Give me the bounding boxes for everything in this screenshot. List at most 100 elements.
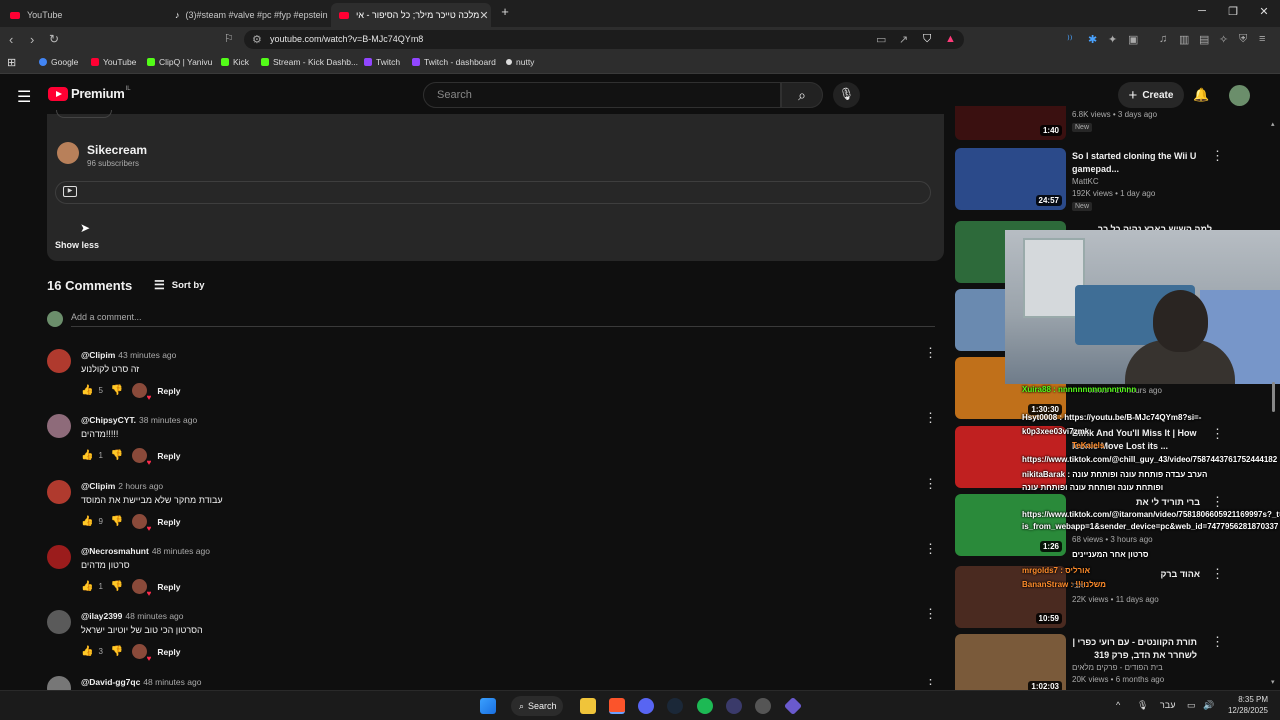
minimize-icon[interactable]: ─ <box>1187 5 1217 17</box>
comment-menu-icon[interactable]: ⋮ <box>924 541 937 557</box>
recommended-video[interactable]: 1:40 6.8K views • 3 days ago New <box>955 106 1280 140</box>
back-icon[interactable]: ‹ <box>9 32 13 47</box>
reply-button[interactable]: Reply <box>157 517 180 527</box>
scroll-up-icon[interactable]: ▴ <box>1271 120 1276 128</box>
reply-button[interactable]: Reply <box>157 582 180 592</box>
thumbs-up-icon[interactable]: 👍 <box>81 516 93 527</box>
video-menu-icon[interactable]: ⋮ <box>1211 494 1224 510</box>
video-menu-icon[interactable]: ⋮ <box>1211 426 1224 442</box>
comment-menu-icon[interactable]: ⋮ <box>924 410 937 426</box>
thumbs-up-icon[interactable]: 👍 <box>81 646 93 657</box>
video-title[interactable]: תורת הקוונטים - עם רועי כפרי | לשחרר את … <box>1072 636 1197 662</box>
forward-icon[interactable]: › <box>30 32 34 47</box>
network-icon[interactable]: ▭ <box>1187 700 1196 711</box>
hamburger-menu-icon[interactable]: ☰ <box>17 87 31 107</box>
browser-tab-youtube[interactable]: YouTube <box>2 3 170 27</box>
video-thumbnail[interactable]: 1:40 <box>955 106 1066 140</box>
taskbar-clock[interactable]: 8:35 PM 12/28/2025 <box>1224 694 1268 716</box>
thumbs-up-icon[interactable]: 👍 <box>81 581 93 592</box>
search-button[interactable]: ⌕ <box>781 82 823 108</box>
thumbs-up-icon[interactable]: 👍 <box>81 385 93 396</box>
commenter-avatar[interactable] <box>47 414 71 438</box>
translate-icon[interactable]: ✱ <box>1088 33 1097 46</box>
video-channel[interactable]: בית הפודים - פרקים מלאים <box>1072 663 1163 672</box>
recommended-video[interactable]: 24:57 So I started cloning the Wii U gam… <box>955 148 1280 211</box>
wallet-icon[interactable]: ▤ <box>1199 33 1209 46</box>
video-title[interactable]: So I started cloning the Wii U gamepad..… <box>1072 150 1200 176</box>
youtube-premium-logo[interactable]: Premium IL <box>48 86 131 101</box>
taskbar-search[interactable]: ⌕ Search <box>511 696 563 716</box>
video-thumbnail[interactable]: 24:57 <box>955 148 1066 210</box>
app-icon[interactable] <box>783 696 803 716</box>
commenter-avatar[interactable] <box>47 676 71 690</box>
windows-start-icon[interactable] <box>480 698 496 714</box>
discord-icon[interactable] <box>638 698 654 714</box>
commenter-avatar[interactable] <box>47 480 71 504</box>
channel-avatar[interactable] <box>57 142 79 164</box>
commenter-handle[interactable]: @Clipim <box>81 481 115 491</box>
browser-tab-active[interactable]: מלכה טייכר מילר; כל הסיפור - אי ✕ <box>331 3 491 27</box>
channel-videos-button[interactable]: ▶ <box>55 181 931 204</box>
obs-icon[interactable] <box>755 698 771 714</box>
brave-browser-icon[interactable] <box>609 698 625 714</box>
media-icon[interactable]: ♫ <box>1159 33 1167 45</box>
thumbs-down-icon[interactable]: 👎 <box>111 516 123 527</box>
bookmark-kick[interactable]: Kick <box>221 57 249 67</box>
bookmark-google[interactable]: Google <box>39 57 78 67</box>
extension-1-icon[interactable]: ⁾⁾ <box>1067 33 1072 46</box>
bookmark-kick-dashboard[interactable]: Stream - Kick Dashb... <box>261 57 358 67</box>
add-comment-input[interactable]: Add a comment... <box>71 312 142 322</box>
video-menu-icon[interactable]: ⋮ <box>1211 148 1224 164</box>
bookmark-icon[interactable]: ⚐ <box>224 32 234 45</box>
screenshot-icon[interactable]: ▣ <box>1128 33 1138 46</box>
show-less-button[interactable]: Show less <box>55 240 99 250</box>
commenter-avatar[interactable] <box>47 610 71 634</box>
microphone-tray-icon[interactable]: 🎙 <box>1137 700 1148 711</box>
sidebar-icon[interactable]: ▥ <box>1179 33 1189 46</box>
commenter-handle[interactable]: @Clipim <box>81 350 115 360</box>
site-info-icon[interactable]: ⚙ <box>252 33 262 46</box>
bookmark-nutty[interactable]: nutty <box>506 57 534 67</box>
reply-button[interactable]: Reply <box>157 386 180 396</box>
close-tab-icon[interactable]: ✕ <box>479 9 488 22</box>
volume-icon[interactable]: 🔊 <box>1203 700 1214 711</box>
description-top-button[interactable] <box>56 110 112 118</box>
file-explorer-icon[interactable] <box>580 698 596 714</box>
video-thumbnail[interactable]: 10:59 <box>955 566 1066 628</box>
thumbs-down-icon[interactable]: 👎 <box>111 581 123 592</box>
comment-menu-icon[interactable]: ⋮ <box>924 606 937 622</box>
voice-search-button[interactable]: 🎙 <box>833 82 860 108</box>
recommended-video[interactable]: 1:02:03 תורת הקוונטים - עם רועי כפרי | ל… <box>955 634 1280 690</box>
sort-by-button[interactable]: ☰ Sort by <box>154 278 205 292</box>
url-field[interactable]: youtube.com/watch?v=B-MJc74QYm8 <box>244 30 964 49</box>
commenter-avatar[interactable] <box>47 349 71 373</box>
close-window-icon[interactable]: ✕ <box>1249 5 1279 18</box>
commenter-handle[interactable]: @David-gg7qc <box>81 677 140 687</box>
commenter-handle[interactable]: @ChipsyCYT. <box>81 415 136 425</box>
browser-tab-tiktok[interactable]: ♪ (3)#steam #valve #pc #fyp #epstein <box>167 3 333 27</box>
steam-icon[interactable] <box>667 698 683 714</box>
tray-overflow-icon[interactable]: ^ <box>1116 700 1120 710</box>
scroll-down-icon[interactable]: ▾ <box>1271 678 1276 686</box>
reply-button[interactable]: Reply <box>157 647 180 657</box>
bookmark-twitch-dashboard[interactable]: Twitch - dashboard <box>412 57 496 67</box>
recommended-video[interactable]: 10:59 אהוד ברק אבי 22K views • 11 days a… <box>955 566 1280 628</box>
apps-grid-icon[interactable]: ⊞ <box>7 56 16 69</box>
restore-icon[interactable]: ❐ <box>1218 5 1248 18</box>
video-menu-icon[interactable]: ⋮ <box>1211 634 1224 650</box>
thumbs-down-icon[interactable]: 👎 <box>111 646 123 657</box>
brave-rewards-icon[interactable]: ▲ <box>945 33 956 45</box>
comment-menu-icon[interactable]: ⋮ <box>924 476 937 492</box>
bookmark-youtube[interactable]: YouTube <box>91 57 136 67</box>
video-title[interactable]: ברי תוריד לי את <box>1072 496 1200 509</box>
language-indicator[interactable]: עבר <box>1160 700 1175 710</box>
app-icon[interactable] <box>726 698 742 714</box>
thumbs-down-icon[interactable]: 👎 <box>111 450 123 461</box>
scroll-thumb[interactable] <box>1272 382 1275 412</box>
thumbs-up-icon[interactable]: 👍 <box>81 450 93 461</box>
reply-button[interactable]: Reply <box>157 451 180 461</box>
commenter-handle[interactable]: @Necrosmahunt <box>81 546 149 556</box>
video-channel[interactable]: MattKC <box>1072 177 1099 186</box>
share-icon[interactable]: ↗ <box>899 33 908 46</box>
vpn-icon[interactable]: ⛨ <box>1239 33 1247 46</box>
